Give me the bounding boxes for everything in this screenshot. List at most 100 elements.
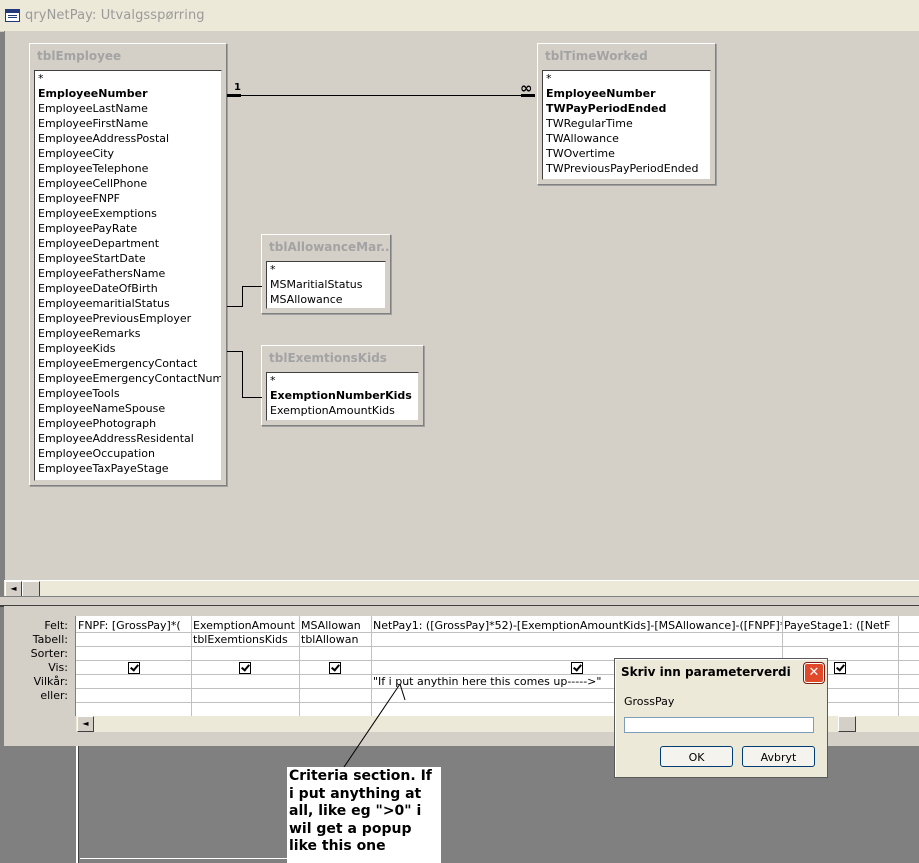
ok-button[interactable]: OK — [660, 746, 733, 767]
field-item[interactable]: MSAllowance — [267, 292, 385, 307]
join-line[interactable] — [227, 306, 242, 307]
scroll-thumb[interactable] — [838, 716, 856, 732]
relationship-line[interactable] — [227, 95, 535, 96]
parameter-input[interactable] — [624, 717, 814, 733]
grid-empty-cell[interactable] — [76, 647, 191, 661]
field-item[interactable]: TWPreviousPayPeriodEnded — [543, 161, 710, 176]
grid-empty-cell[interactable] — [76, 689, 191, 703]
field-item[interactable]: EmployeeExemptions — [35, 206, 221, 221]
grid-field-cell[interactable]: MSAllowan — [299, 619, 371, 633]
field-item[interactable]: EmployeemaritialStatus — [35, 296, 221, 311]
field-item[interactable]: EmployeeNumber — [543, 86, 710, 101]
grid-column[interactable]: ExemptionAmount tblExemtionsKids — [191, 616, 300, 716]
grid-show-cell[interactable] — [299, 661, 371, 675]
field-item[interactable]: MSMaritialStatus — [267, 277, 385, 292]
field-item[interactable]: EmployeeTools — [35, 386, 221, 401]
grid-column[interactable] — [898, 616, 919, 716]
join-line[interactable] — [227, 351, 242, 352]
table-pane-scrollbar[interactable]: ◄ — [4, 580, 919, 597]
show-checkbox[interactable] — [127, 662, 140, 674]
field-item[interactable]: EmployeeAddressResidental — [35, 431, 221, 446]
grid-field-cell[interactable]: NetPay1: ([GrossPay]*52)-[ExemptionAmoun… — [371, 619, 782, 633]
field-list[interactable]: * ExemptionNumberKids ExemptionAmountKids — [266, 372, 419, 421]
field-item[interactable]: EmployeeKids — [35, 341, 221, 356]
grid-table-cell[interactable] — [76, 633, 191, 647]
grid-table-cell[interactable] — [782, 633, 898, 647]
show-checkbox[interactable] — [570, 662, 583, 674]
field-item[interactable]: ExemptionAmountKids — [267, 403, 418, 418]
grid-empty-cell[interactable] — [898, 689, 919, 703]
field-item[interactable]: TWAllowance — [543, 131, 710, 146]
field-item[interactable]: EmployeeFathersName — [35, 266, 221, 281]
show-checkbox[interactable] — [329, 662, 341, 674]
show-checkbox[interactable] — [834, 662, 846, 674]
field-item[interactable]: EmployeeOccupation — [35, 446, 221, 461]
field-item[interactable]: EmployeeEmergencyContact — [35, 356, 221, 371]
field-item[interactable]: TWOvertime — [543, 146, 710, 161]
table-pane[interactable]: tblEmployee * EmployeeNumber EmployeeLastN… — [4, 31, 919, 580]
grid-table-cell[interactable] — [898, 633, 919, 647]
field-item[interactable]: TWPayPeriodEnded — [543, 101, 710, 116]
parameter-dialog[interactable]: Skriv inn parameterverdi ✕ GrossPay OK A… — [614, 658, 828, 778]
field-item[interactable]: EmployeeDateOfBirth — [35, 281, 221, 296]
close-icon[interactable]: ✕ — [804, 663, 824, 683]
grid-show-cell[interactable] — [76, 661, 191, 675]
grid-criteria-cell[interactable] — [76, 675, 191, 689]
field-item[interactable]: EmployeeNumber — [35, 86, 221, 101]
grid-criteria-cell[interactable] — [898, 675, 919, 689]
field-item[interactable]: EmployeeLastName — [35, 101, 221, 116]
field-item[interactable]: EmployeeTaxPayeStage — [35, 461, 221, 476]
table-title[interactable]: tblExemtionsKids — [262, 346, 423, 370]
grid-column[interactable]: FNPF: [GrossPay]*( — [76, 616, 192, 716]
window-title-bar[interactable]: qryNetPay: Utvalgsspørring — [0, 0, 919, 32]
field-item[interactable]: EmployeeTelephone — [35, 161, 221, 176]
field-item[interactable]: EmployeePayRate — [35, 221, 221, 236]
field-item[interactable]: TWRegularTime — [543, 116, 710, 131]
grid-show-cell[interactable] — [191, 661, 299, 675]
table-title[interactable]: tblAllowanceMar... — [262, 235, 390, 259]
field-item[interactable]: EmployeeNameSpouse — [35, 401, 221, 416]
grid-field-cell[interactable]: PayeStage1: ([NetF — [782, 619, 898, 633]
field-item[interactable]: EmployeeEmergencyContactNumber — [35, 371, 221, 386]
field-list[interactable]: * MSMaritialStatus MSAllowance — [266, 261, 386, 309]
show-checkbox[interactable] — [239, 662, 251, 674]
scroll-thumb[interactable] — [22, 581, 40, 597]
field-list[interactable]: * EmployeeNumber TWPayPeriodEnded TWRegular… — [542, 70, 711, 180]
field-item[interactable]: EmployeeCellPhone — [35, 176, 221, 191]
grid-field-cell[interactable]: ExemptionAmount — [191, 619, 299, 633]
field-item[interactable]: * — [543, 71, 710, 86]
field-item[interactable]: * — [267, 262, 385, 277]
grid-empty-cell[interactable] — [191, 689, 299, 703]
field-list[interactable]: * EmployeeNumber EmployeeLastName EmployeeF… — [34, 70, 222, 481]
scroll-left-icon[interactable]: ◄ — [5, 581, 22, 597]
field-item[interactable]: EmployeePhotograph — [35, 416, 221, 431]
grid-empty-cell[interactable] — [299, 647, 371, 661]
table-box-employee[interactable]: tblEmployee * EmployeeNumber EmployeeLastN… — [29, 43, 227, 486]
field-item[interactable]: * — [35, 71, 221, 86]
table-title[interactable]: tblTimeWorked — [538, 44, 715, 68]
table-box-exemptions[interactable]: tblExemtionsKids * ExemptionNumberKids Exe… — [261, 345, 424, 426]
field-item[interactable]: EmployeePreviousEmployer — [35, 311, 221, 326]
field-item[interactable]: EmployeeRemarks — [35, 326, 221, 341]
field-item[interactable]: EmployeeAddressPostal — [35, 131, 221, 146]
table-box-timeworked[interactable]: tblTimeWorked * EmployeeNumber TWPayPeriod… — [537, 43, 716, 185]
grid-table-cell[interactable]: tblAllowan — [299, 633, 371, 647]
table-box-allowance[interactable]: tblAllowanceMar... * MSMaritialStatus MSAl… — [261, 234, 391, 314]
cancel-button[interactable]: Avbryt — [742, 746, 815, 767]
grid-criteria-cell[interactable] — [191, 675, 299, 689]
grid-field-cell[interactable] — [898, 619, 919, 633]
field-item[interactable]: * — [267, 373, 418, 388]
field-item[interactable]: EmployeeCity — [35, 146, 221, 161]
grid-show-cell[interactable] — [898, 661, 919, 675]
field-item[interactable]: EmployeeStartDate — [35, 251, 221, 266]
grid-table-cell[interactable] — [371, 633, 782, 647]
grid-empty-cell[interactable] — [191, 647, 299, 661]
field-item[interactable]: ExemptionNumberKids — [267, 388, 418, 403]
field-item[interactable]: EmployeeFNPF — [35, 191, 221, 206]
field-item[interactable]: EmployeeDepartment — [35, 236, 221, 251]
scroll-left-icon[interactable]: ◄ — [77, 716, 94, 732]
table-title[interactable]: tblEmployee — [30, 44, 226, 68]
grid-empty-cell[interactable] — [898, 647, 919, 661]
field-item[interactable]: EmployeeFirstName — [35, 116, 221, 131]
grid-table-cell[interactable]: tblExemtionsKids — [191, 633, 299, 647]
